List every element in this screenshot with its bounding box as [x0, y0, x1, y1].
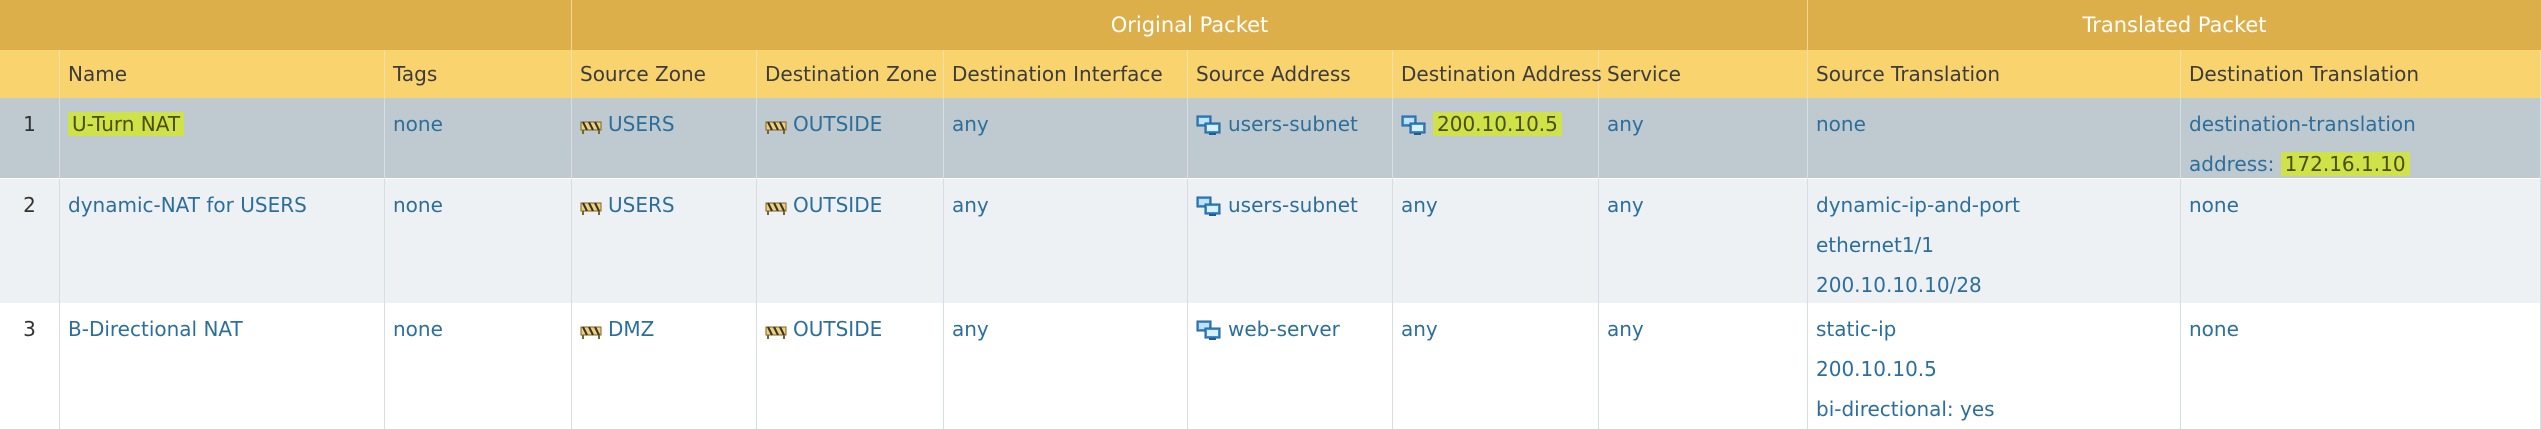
source-address-link[interactable]: users-subnet — [1228, 112, 1358, 136]
source-translation-line: dynamic-ip-and-port — [1816, 193, 2021, 217]
source-address-link[interactable]: web-server — [1228, 317, 1340, 341]
destination-translation-address-label: address: — [2189, 152, 2275, 176]
destination-address-cell[interactable]: 200.10.10.5 — [1393, 98, 1599, 179]
source-translation-cell[interactable]: none — [1808, 98, 2181, 179]
service-cell[interactable]: any — [1599, 98, 1808, 179]
row-number: 2 — [0, 179, 60, 303]
destination-address-cell[interactable]: any — [1393, 303, 1599, 429]
rule-name-link[interactable]: B-Directional NAT — [68, 317, 243, 341]
destination-zone-cell[interactable]: OUTSIDE — [757, 179, 944, 303]
source-zone-cell[interactable]: USERS — [572, 98, 757, 179]
destination-translation-address-value: 172.16.1.10 — [2280, 152, 2410, 176]
zone-icon — [580, 198, 602, 216]
column-header-service[interactable]: Service — [1599, 50, 1808, 98]
rule-name-cell[interactable]: U-Turn NAT — [60, 98, 385, 179]
column-header-source-address[interactable]: Source Address — [1188, 50, 1393, 98]
zone-icon — [765, 117, 787, 135]
source-address-cell[interactable]: web-server — [1188, 303, 1393, 429]
source-zone-link[interactable]: USERS — [608, 193, 675, 217]
source-translation-cell[interactable]: static-ip 200.10.10.5 bi-directional: ye… — [1808, 303, 2181, 429]
destination-translation-cell[interactable]: none — [2181, 179, 2541, 303]
zone-icon — [765, 198, 787, 216]
group-header-translated-packet: Translated Packet — [2082, 13, 2267, 37]
rule-name-link[interactable]: dynamic-NAT for USERS — [68, 193, 307, 217]
column-header-destination-interface[interactable]: Destination Interface — [944, 50, 1188, 98]
source-translation-cell[interactable]: dynamic-ip-and-port ethernet1/1 200.10.1… — [1808, 179, 2181, 303]
service-cell[interactable]: any — [1599, 179, 1808, 303]
destination-zone-link[interactable]: OUTSIDE — [793, 317, 882, 341]
column-header-destination-zone[interactable]: Destination Zone — [757, 50, 944, 98]
destination-translation-type: destination-translation — [2189, 112, 2416, 136]
row-number: 3 — [0, 303, 60, 429]
zone-icon — [580, 117, 602, 135]
source-translation-line: 200.10.10.5 — [1816, 357, 1937, 381]
address-object-icon — [1196, 320, 1222, 342]
destination-interface-cell[interactable]: any — [944, 98, 1188, 179]
column-header-destination-address[interactable]: Destination Address — [1393, 50, 1602, 98]
zone-icon — [765, 322, 787, 340]
column-header-source-translation[interactable]: Source Translation — [1808, 50, 2181, 98]
destination-interface-cell[interactable]: any — [944, 303, 1188, 429]
group-header-row: Original Packet Translated Packet — [0, 0, 2541, 50]
column-header-destination-translation[interactable]: Destination Translation — [2181, 50, 2541, 98]
group-header-original-packet: Original Packet — [572, 0, 1808, 50]
source-translation-line: none — [1816, 112, 1866, 136]
source-zone-cell[interactable]: DMZ — [572, 303, 757, 429]
destination-zone-cell[interactable]: OUTSIDE — [757, 303, 944, 429]
column-header-index[interactable] — [0, 50, 60, 98]
column-header-row: Name Tags Source Zone Destination Zone D… — [0, 50, 2541, 98]
source-address-cell[interactable]: users-subnet — [1188, 98, 1393, 179]
destination-zone-link[interactable]: OUTSIDE — [793, 193, 882, 217]
source-translation-line: ethernet1/1 — [1816, 233, 1935, 257]
rule-name-cell[interactable]: dynamic-NAT for USERS — [60, 179, 385, 303]
destination-address-cell[interactable]: any — [1393, 179, 1599, 303]
source-translation-line: 200.10.10.10/28 — [1816, 273, 1982, 297]
source-address-cell[interactable]: users-subnet — [1188, 179, 1393, 303]
tags-cell[interactable]: none — [385, 303, 572, 429]
source-address-link[interactable]: users-subnet — [1228, 193, 1358, 217]
source-translation-line: static-ip — [1816, 317, 1897, 341]
source-zone-cell[interactable]: USERS — [572, 179, 757, 303]
row-number: 1 — [0, 98, 60, 179]
rule-name-cell[interactable]: B-Directional NAT — [60, 303, 385, 429]
rule-name-link[interactable]: U-Turn NAT — [68, 112, 185, 136]
service-cell[interactable]: any — [1599, 303, 1808, 429]
column-header-tags[interactable]: Tags — [385, 50, 572, 98]
destination-translation-cell[interactable]: none — [2181, 303, 2541, 429]
destination-interface-cell[interactable]: any — [944, 179, 1188, 303]
source-translation-line: bi-directional: yes — [1816, 397, 1995, 421]
table-row[interactable]: 2 dynamic-NAT for USERS none USERS OUTSI… — [0, 179, 2541, 303]
address-object-icon — [1196, 115, 1222, 137]
destination-address-link[interactable]: 200.10.10.5 — [1433, 112, 1562, 136]
source-zone-link[interactable]: USERS — [608, 112, 675, 136]
column-header-name[interactable]: Name — [60, 50, 385, 98]
group-header-blank — [0, 0, 572, 50]
destination-zone-link[interactable]: OUTSIDE — [793, 112, 882, 136]
address-object-icon — [1401, 115, 1427, 137]
zone-icon — [580, 322, 602, 340]
table-row[interactable]: 1 U-Turn NAT none USERS OUTSIDE any user… — [0, 98, 2541, 179]
destination-translation-cell[interactable]: destination-translation address: 172.16.… — [2181, 98, 2541, 179]
table-row[interactable]: 3 B-Directional NAT none DMZ OUTSIDE any… — [0, 303, 2541, 429]
destination-zone-cell[interactable]: OUTSIDE — [757, 98, 944, 179]
address-object-icon — [1196, 196, 1222, 218]
tags-cell[interactable]: none — [385, 179, 572, 303]
source-zone-link[interactable]: DMZ — [608, 317, 654, 341]
tags-cell[interactable]: none — [385, 98, 572, 179]
column-header-source-zone[interactable]: Source Zone — [572, 50, 757, 98]
